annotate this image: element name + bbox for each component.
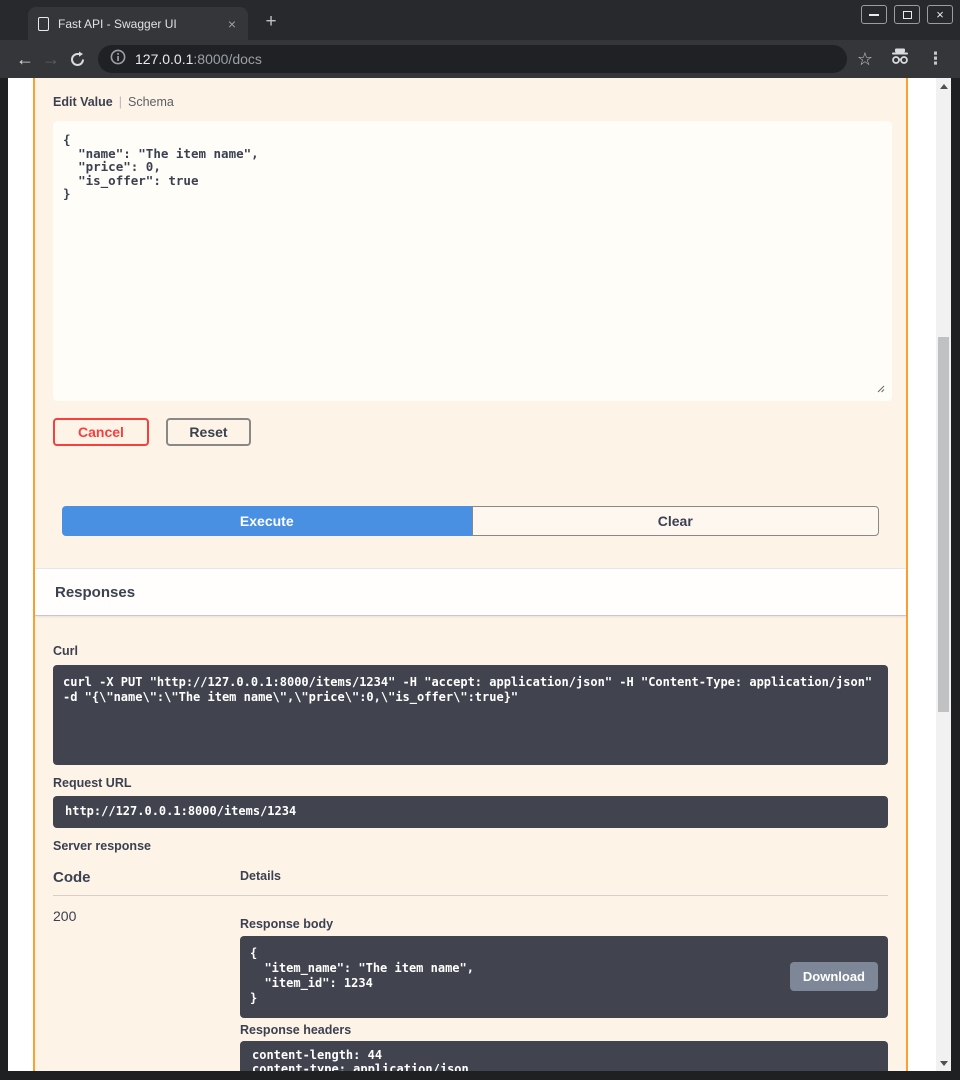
clear-button[interactable]: Clear: [472, 506, 879, 536]
response-row: 200 Response body { "item_name": "The it…: [53, 896, 888, 1071]
model-example-tabs: Edit Value | Schema: [53, 95, 888, 109]
maximize-icon: [903, 11, 912, 19]
tab-edit-value[interactable]: Edit Value: [53, 95, 113, 109]
details-column-header: Details: [240, 869, 888, 886]
responses-title: Responses: [55, 584, 135, 601]
tab-title: Fast API - Swagger UI: [58, 17, 226, 31]
url-path: :8000/docs: [193, 51, 262, 67]
server-response-label: Server response: [53, 839, 888, 854]
minimize-button[interactable]: [861, 5, 887, 24]
site-info-icon[interactable]: [110, 49, 126, 70]
close-button[interactable]: ×: [927, 5, 953, 24]
address-bar[interactable]: 127.0.0.1:8000/docs: [98, 45, 847, 73]
browser-window: Fast API - Swagger UI × + × ← →: [0, 0, 960, 1080]
response-body-wrap: { "item_name": "The item name", "item_id…: [240, 936, 888, 1018]
response-status-cell: 200: [53, 908, 240, 1071]
scroll-down-icon[interactable]: [936, 1055, 951, 1071]
page-viewport: Edit Value | Schema { "name": "The item na…: [8, 78, 936, 1071]
textarea-resize-handle[interactable]: [875, 380, 885, 398]
reset-button[interactable]: Reset: [166, 418, 251, 446]
responses-table-header: Code Details: [53, 869, 888, 896]
request-body-input[interactable]: { "name": "The item name", "price": 0, "…: [53, 121, 892, 401]
page-scrollbar[interactable]: [936, 78, 951, 1071]
responses-section-header: Responses: [35, 568, 906, 616]
page-favicon-icon: [38, 17, 49, 31]
browser-tab[interactable]: Fast API - Swagger UI ×: [28, 7, 248, 40]
maximize-button[interactable]: [894, 5, 920, 24]
request-url-value: http://127.0.0.1:8000/items/1234: [53, 796, 888, 828]
toolbar-right: ☆ ⋮: [857, 48, 948, 70]
titlebar: Fast API - Swagger UI × + ×: [0, 0, 960, 40]
response-headers-label: Response headers: [240, 1023, 888, 1038]
code-column-header: Code: [53, 869, 240, 886]
tab-separator: |: [119, 95, 122, 109]
download-button[interactable]: Download: [790, 962, 878, 991]
swagger-put-opblock: Edit Value | Schema { "name": "The item na…: [33, 78, 908, 1071]
scrollbar-thumb[interactable]: [938, 337, 949, 712]
execute-button[interactable]: Execute: [62, 506, 472, 536]
forward-icon[interactable]: →: [38, 49, 64, 70]
request-url-label: Request URL: [53, 776, 888, 791]
response-body-label: Response body: [240, 917, 888, 932]
curl-command: curl -X PUT "http://127.0.0.1:8000/items…: [53, 665, 888, 765]
minimize-icon: [869, 14, 879, 16]
tab-close-icon[interactable]: ×: [226, 17, 238, 31]
browser-menu-icon[interactable]: ⋮: [927, 49, 944, 69]
tab-schema[interactable]: Schema: [128, 95, 174, 109]
execute-wrapper: Execute Clear: [62, 506, 879, 536]
curl-label: Curl: [53, 644, 888, 659]
response-details-cell: Response body { "item_name": "The item n…: [240, 908, 888, 1071]
responses-inner: Curl curl -X PUT "http://127.0.0.1:8000/…: [35, 616, 906, 1071]
edit-buttons-row: Cancel Reset: [53, 418, 888, 446]
url-text: 127.0.0.1:8000/docs: [135, 51, 262, 67]
scroll-up-icon[interactable]: [936, 78, 951, 94]
cancel-button[interactable]: Cancel: [53, 418, 149, 446]
status-code: 200: [53, 908, 240, 925]
reload-icon[interactable]: [64, 51, 90, 68]
response-headers-value: content-length: 44 content-type: applica…: [240, 1041, 888, 1071]
bookmark-star-icon[interactable]: ☆: [857, 49, 873, 70]
window-controls: ×: [861, 5, 953, 24]
responses-table: Code Details 200 Response body { "item_n…: [53, 869, 888, 1071]
browser-toolbar: ← → 127.0.0.1:8000/docs ☆: [0, 40, 960, 78]
incognito-profile-icon[interactable]: [889, 48, 911, 70]
new-tab-button[interactable]: +: [262, 13, 280, 31]
back-icon[interactable]: ←: [12, 49, 38, 70]
request-body-editor-wrap: { "name": "The item name", "price": 0, "…: [53, 121, 888, 401]
url-host: 127.0.0.1: [135, 51, 193, 67]
